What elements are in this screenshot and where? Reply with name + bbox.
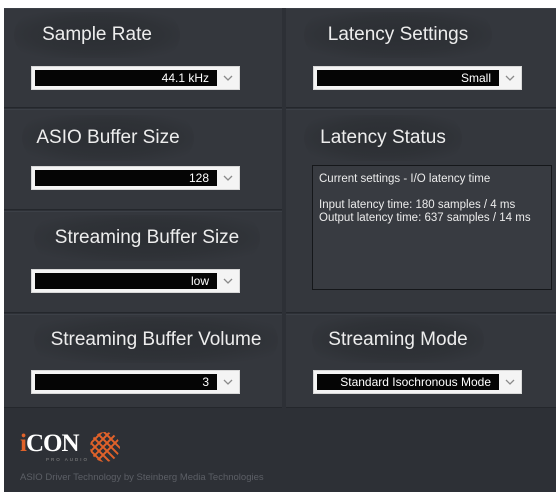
streaming-mode-dropdown[interactable]: Standard Isochronous Mode [313,370,522,394]
latency-settings-value: Small [317,70,499,86]
latency-status-heading: Current settings - I/O latency time [319,173,491,185]
output-latency-text: Output latency time: 637 samples / 14 ms [319,212,531,224]
streaming-buffer-volume-title: Streaming Buffer Volume [34,317,278,363]
latency-status-box: Current settings - I/O latency time Inpu… [312,165,552,290]
asio-buffer-size-panel: ASIO Buffer Size 128 [4,109,282,210]
streaming-buffer-volume-panel: Streaming Buffer Volume 3 [4,314,282,408]
streaming-mode-panel: Streaming Mode Standard Isochronous Mode [286,314,556,408]
asio-buffer-size-title: ASIO Buffer Size [22,115,194,161]
streaming-buffer-volume-value: 3 [35,374,217,390]
chevron-down-icon [223,379,233,385]
chevron-down-icon [505,379,515,385]
footer: iCON PRO AUDIO ASIO Driver Technology by… [4,408,556,492]
chevron-down-icon [505,75,515,81]
logo-sphere-icon [90,432,120,462]
input-latency-text: Input latency time: 180 samples / 4 ms [319,199,516,211]
asio-credit-text: ASIO Driver Technology by Steinberg Medi… [20,472,264,483]
latency-settings-dropdown[interactable]: Small [313,66,522,90]
chevron-down-icon [223,175,233,181]
streaming-buffer-size-panel: Streaming Buffer Size low [4,211,282,313]
streaming-buffer-size-dropdown[interactable]: low [31,269,240,293]
sample-rate-title: Sample Rate [14,12,180,58]
asio-buffer-size-dropdown[interactable]: 128 [31,166,240,190]
streaming-buffer-volume-dropdown[interactable]: 3 [31,370,240,394]
logo-subtitle: PRO AUDIO [46,457,90,462]
streaming-mode-value: Standard Isochronous Mode [317,374,499,390]
streaming-buffer-size-title: Streaming Buffer Size [34,215,260,261]
sample-rate-dropdown[interactable]: 44.1 kHz [31,66,240,90]
chevron-down-icon [223,75,233,81]
latency-settings-title: Latency Settings [304,12,492,58]
latency-settings-panel: Latency Settings Small [286,8,556,108]
chevron-down-icon [223,278,233,284]
icon-logo: iCON [20,430,80,457]
latency-status-panel: Latency Status Current settings - I/O la… [286,109,556,313]
sample-rate-value: 44.1 kHz [35,70,217,86]
streaming-buffer-size-value: low [35,273,217,289]
asio-buffer-size-value: 128 [35,170,217,186]
streaming-mode-title: Streaming Mode [312,317,484,363]
latency-status-title: Latency Status [304,115,462,161]
asio-control-panel: Sample Rate 44.1 kHz ASIO Buffer Size 12… [4,8,556,492]
sample-rate-panel: Sample Rate 44.1 kHz [4,8,282,108]
